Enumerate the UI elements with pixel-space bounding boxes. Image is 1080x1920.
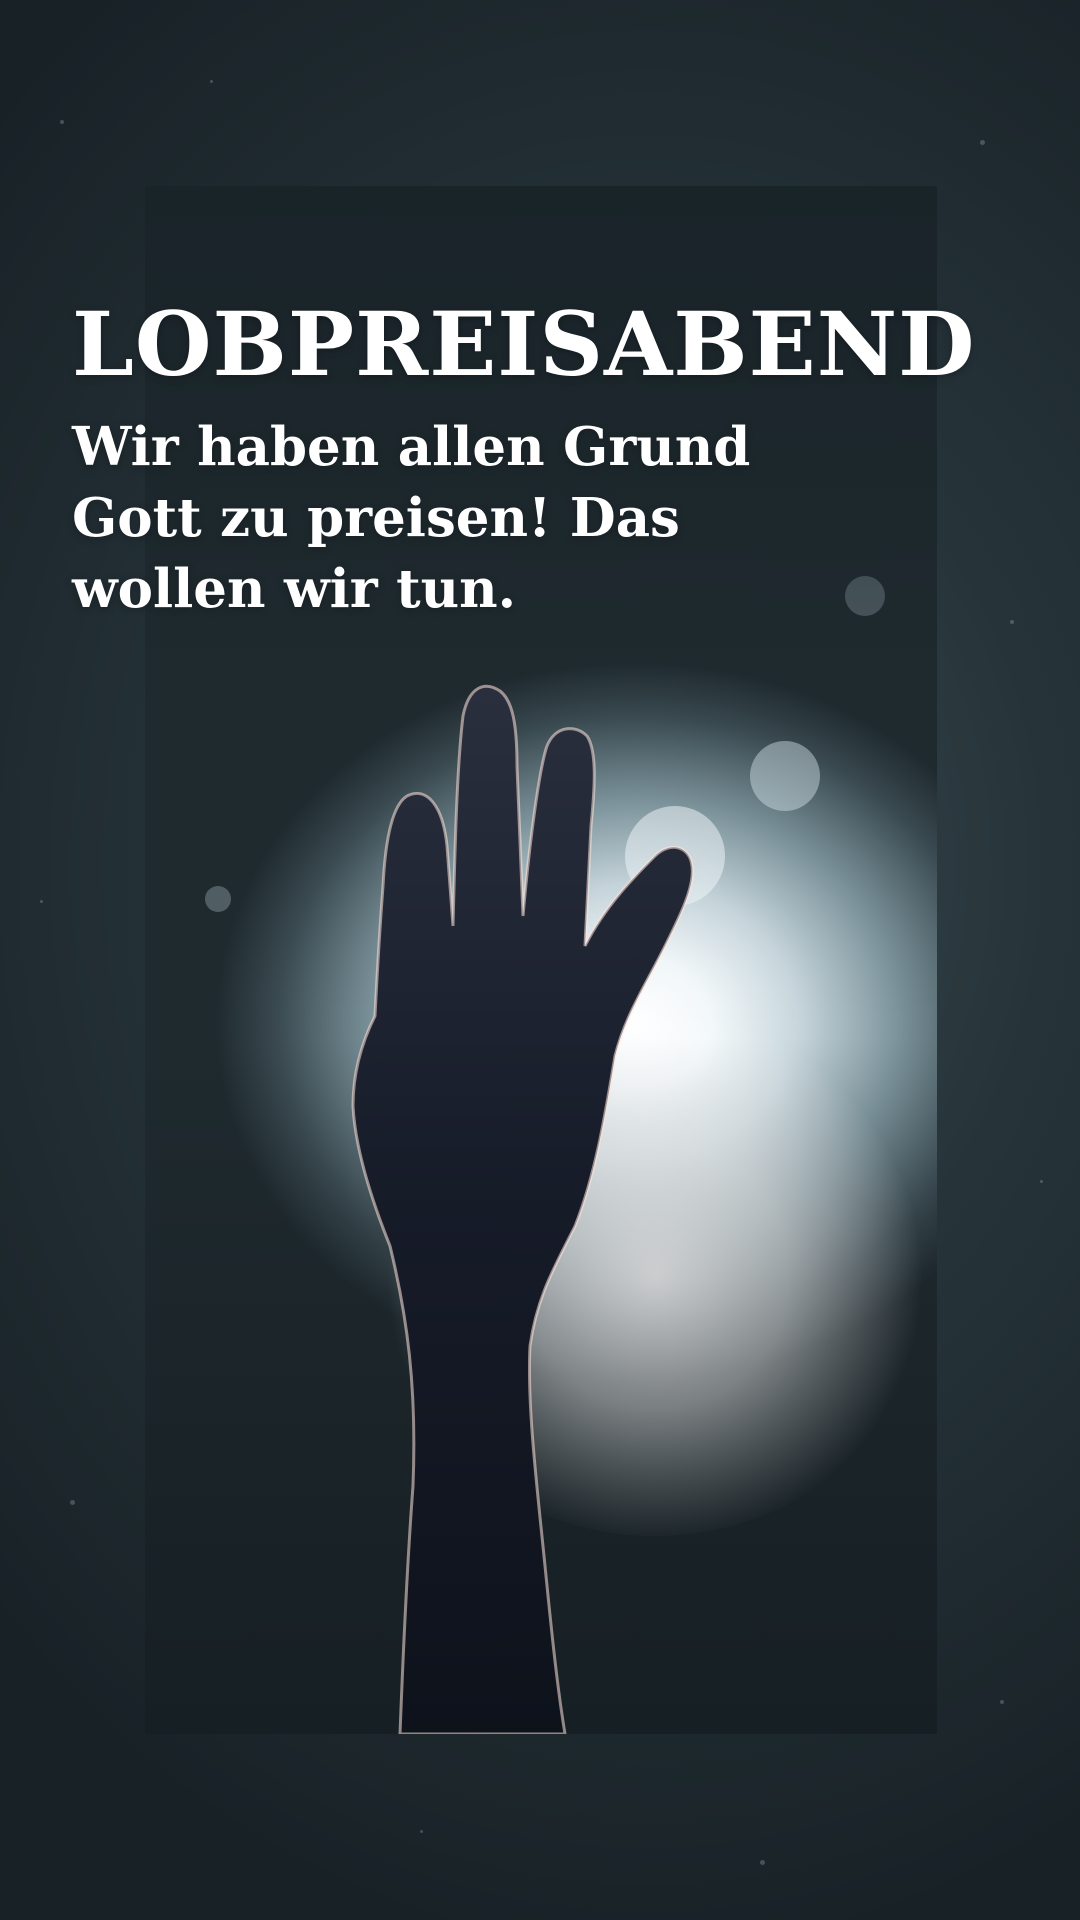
event-title: LOBPREISABEND bbox=[72, 292, 976, 396]
event-tagline: Wir haben allen Grund Gott zu preisen! D… bbox=[72, 412, 772, 625]
tagline-line: Gott zu preisen! Das bbox=[72, 487, 680, 549]
tagline-line: Wir haben allen Grund bbox=[72, 416, 751, 478]
tagline-line: wollen wir tun. bbox=[72, 558, 517, 620]
